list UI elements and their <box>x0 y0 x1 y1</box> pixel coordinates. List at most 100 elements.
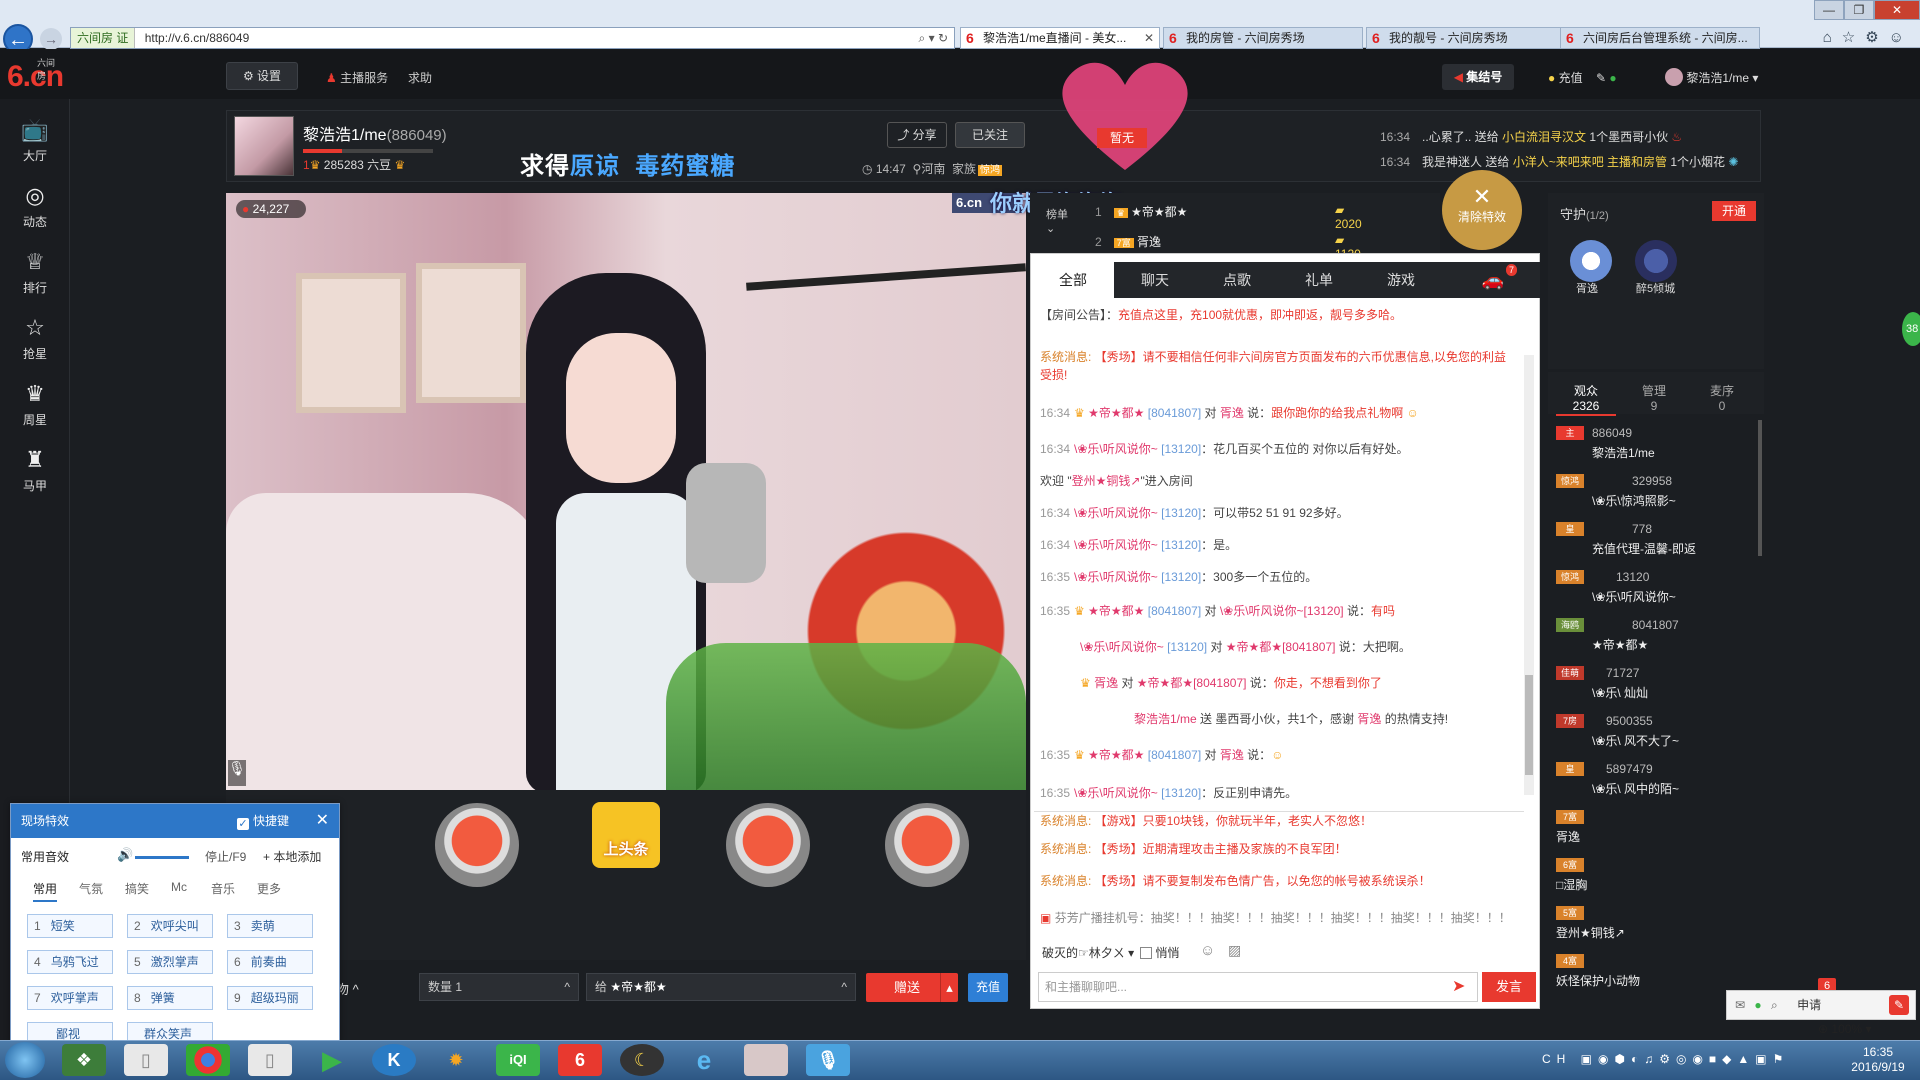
nav-hall[interactable]: 📺 大厅 <box>0 107 70 173</box>
rank-row[interactable]: 27富 胥逸▰ 1120 <box>1095 233 1361 261</box>
close-tab-icon[interactable]: ✕ <box>1144 28 1154 48</box>
taskbar-app-icon[interactable]: ❖ <box>62 1044 106 1076</box>
chat-target-select[interactable]: 破灭的☞林夕ㄨ ▾ <box>1042 944 1134 961</box>
guard-avatar[interactable] <box>1635 240 1677 282</box>
top-headline-gift[interactable]: 上头条 <box>592 802 660 868</box>
emoji-icon[interactable]: ☺ <box>1200 942 1215 959</box>
nav-ranking[interactable]: ♕ 排行 <box>0 239 70 305</box>
fx-button[interactable]: 8 弹簧 <box>127 986 213 1010</box>
gift-item[interactable] <box>885 803 969 887</box>
followed-button[interactable]: 已关注 <box>955 122 1025 148</box>
edit-icon[interactable]: ✎ <box>1596 71 1606 85</box>
list-item[interactable]: 7房 9500355 \❀乐\ 风不大了~ <box>1556 712 1756 758</box>
maximize-icon[interactable]: ❐ <box>1844 0 1874 20</box>
gather-button[interactable]: ◀ 集结号 <box>1442 64 1514 90</box>
fx-button[interactable]: 9 超级玛丽 <box>227 986 313 1010</box>
host-avatar[interactable] <box>234 116 294 176</box>
chat-tab-chat[interactable]: 聊天 <box>1114 262 1196 298</box>
fx-button[interactable]: 2 欢呼尖叫 <box>127 914 213 938</box>
list-item[interactable]: 惊鸿 329958 \❀乐\惊鸿照影~ <box>1556 472 1756 518</box>
taskbar-moon-icon[interactable]: ☾ <box>620 1044 664 1076</box>
search-refresh-icon[interactable]: ⌕ ▾ ↻ <box>919 28 948 48</box>
tab-managers[interactable]: 6 我的房管 - 六间房秀场 <box>1163 27 1363 49</box>
tab-numbers[interactable]: 6 我的靓号 - 六间房秀场 <box>1366 27 1566 49</box>
start-button[interactable] <box>5 1042 45 1078</box>
mail-icon[interactable]: ✉ <box>1735 998 1745 1012</box>
nav-activity[interactable]: ◎ 动态 <box>0 173 70 239</box>
list-item[interactable]: 惊鸿 13120 \❀乐\听风说你~ <box>1556 568 1756 614</box>
chevron-up-icon[interactable]: ▴ <box>940 973 958 1002</box>
list-item[interactable]: 5富 登州★铜钱↗ <box>1556 904 1756 950</box>
minimize-icon[interactable]: — <box>1814 0 1844 20</box>
nav-vest[interactable]: ♜ 马甲 <box>0 437 70 503</box>
rank-row[interactable]: 1 ♛ ★帝★都★ ▰ 2020 <box>1095 203 1362 231</box>
quantity-select[interactable]: 数量 1 ^ <box>419 973 579 1001</box>
ie-tools-icons[interactable]: ⌂☆⚙☺ <box>1823 28 1914 46</box>
forward-button[interactable]: → <box>40 28 62 50</box>
site-identity[interactable]: 六间房 证 <box>71 28 136 48</box>
taskbar-kugou-icon[interactable]: K <box>372 1044 416 1076</box>
guard-avatar[interactable] <box>1570 240 1612 282</box>
taskbar-iqiyi-icon[interactable]: iQI <box>496 1044 540 1076</box>
taskbar-star-icon[interactable]: ✹ <box>434 1044 478 1076</box>
close-icon[interactable]: ✕ <box>316 804 329 838</box>
volume-icon[interactable]: 🔊 <box>117 847 133 863</box>
share-button[interactable]: ⤴ 分享 <box>887 122 947 148</box>
fx-button[interactable]: 群众笑声 <box>127 1022 213 1042</box>
host-service-link[interactable]: ♟ 主播服务 <box>326 69 388 86</box>
rank-label[interactable]: 榜单 ⌄ <box>1046 208 1068 236</box>
apply-button[interactable]: 申请 <box>1797 998 1821 1012</box>
recharge-link[interactable]: ● 充值 ✎ ● <box>1548 69 1617 86</box>
fx-button[interactable]: 6 前奏曲 <box>227 950 313 974</box>
taskbar-ie-icon[interactable]: e <box>682 1044 726 1076</box>
help-link[interactable]: 求助 <box>408 69 432 86</box>
list-item[interactable]: 主 886049 黎浩浩1/me <box>1556 424 1756 470</box>
site-logo[interactable]: 6.cn 六间房 <box>7 58 64 94</box>
taskbar-file-icon[interactable]: ▯ <box>248 1044 292 1076</box>
chat-tab-games[interactable]: 游戏 <box>1360 262 1442 298</box>
nav-grab-star[interactable]: ☆ 抢星 <box>0 305 70 371</box>
clear-effects-button[interactable]: ✕ 清除特效 <box>1442 170 1522 250</box>
list-item[interactable]: 6富 □湿胸 <box>1556 856 1756 902</box>
taskbar-player-icon[interactable]: ▶ <box>310 1044 354 1076</box>
verified-icon[interactable]: ● <box>1754 998 1761 1012</box>
fx-tab[interactable]: 搞笑 <box>125 880 149 897</box>
zoom-level[interactable]: ⊕ 100% ▾ <box>1818 1022 1871 1036</box>
whisper-checkbox[interactable]: 悄悄 <box>1140 944 1179 961</box>
audience-tab-mic-queue[interactable]: 麦序 0 <box>1692 384 1752 414</box>
list-item[interactable]: 佳萌 71727 \❀乐\ 灿灿 <box>1556 664 1756 710</box>
fx-button[interactable]: 鄙视 <box>27 1022 113 1042</box>
taskbar-mic-icon[interactable]: 🎙 <box>806 1044 850 1076</box>
car-icon[interactable]: 🚗 7 <box>1452 262 1534 298</box>
list-item[interactable]: 皇 778 充值代理-温馨-即返 <box>1556 520 1756 566</box>
system-tray[interactable]: CH ▣◉⬢◐♫⚙◎◉■◆▲▣⚑ <box>1542 1052 1789 1066</box>
side-float-badge[interactable]: 38 <box>1902 312 1920 346</box>
fx-tab[interactable]: 更多 <box>257 880 281 897</box>
taskbar-clock[interactable]: 16:35 2016/9/19 <box>1840 1045 1916 1075</box>
chat-input[interactable]: 和主播聊聊吧... <box>1038 972 1478 1002</box>
guard-name[interactable]: 醉5倾城 <box>1636 280 1675 296</box>
list-item[interactable]: 7富 胥逸 <box>1556 808 1756 854</box>
fx-button[interactable]: 4 乌鸦飞过 <box>27 950 113 974</box>
fx-tab[interactable]: 音乐 <box>211 880 235 897</box>
scroll-thumb[interactable] <box>1525 675 1533 775</box>
gift-item[interactable] <box>726 803 810 887</box>
taskbar-file-icon[interactable]: ▯ <box>124 1044 168 1076</box>
audience-tab-managers[interactable]: 管理 9 <box>1624 384 1684 414</box>
send-gift-button[interactable]: 赠送 ▴ <box>866 973 958 1002</box>
send-message-button[interactable]: 发言 <box>1482 972 1536 1002</box>
recharge-button[interactable]: 充值 <box>968 973 1008 1002</box>
live-video[interactable] <box>226 193 1026 790</box>
chat-bubble-icon[interactable]: ✎ <box>1889 995 1909 1015</box>
nav-weekly-star[interactable]: ♛ 周星 <box>0 371 70 437</box>
taskbar-photo-icon[interactable] <box>744 1044 788 1076</box>
fx-tab[interactable]: 气氛 <box>79 880 103 897</box>
image-icon[interactable]: ▨ <box>1228 942 1241 959</box>
chat-tab-songs[interactable]: 点歌 <box>1196 262 1278 298</box>
fx-button[interactable]: 3 卖萌 <box>227 914 313 938</box>
fx-button[interactable]: 1 短笑 <box>27 914 113 938</box>
guard-name[interactable]: 胥逸 <box>1576 280 1598 296</box>
taskbar-6cn-icon[interactable]: 6 <box>558 1044 602 1076</box>
fx-button[interactable]: 7 欢呼掌声 <box>27 986 113 1010</box>
search-icon[interactable]: ⌕ <box>1771 998 1778 1012</box>
